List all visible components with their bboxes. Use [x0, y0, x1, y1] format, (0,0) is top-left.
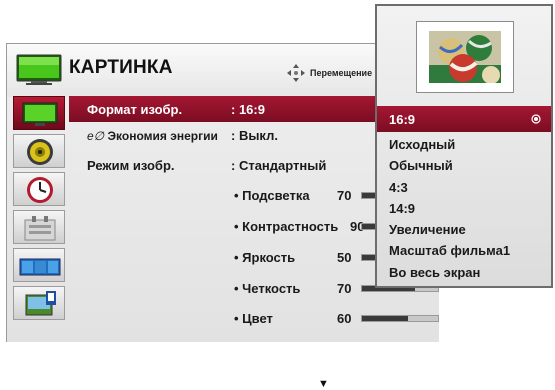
brightness-label[interactable]: • Яркость	[234, 250, 295, 265]
energy-saving-icon: e∅	[87, 129, 105, 143]
sharpness-label[interactable]: • Четкость	[234, 281, 300, 296]
sidebar	[9, 92, 69, 342]
tv-icon	[16, 54, 62, 85]
preview-balls-image	[429, 31, 501, 83]
option-full-screen[interactable]: Во весь экран	[389, 265, 480, 280]
color-slider[interactable]	[361, 315, 439, 322]
sidebar-item-time[interactable]	[13, 172, 65, 206]
color-label[interactable]: • Цвет	[234, 311, 273, 326]
energy-saving-label: Экономия энергии	[107, 129, 218, 143]
aspect-ratio-popup: 16:9 Исходный Обычный 4:3 14:9 Увеличени…	[375, 4, 553, 288]
color-value: 60	[337, 311, 352, 326]
picture-icon	[22, 102, 58, 126]
preview-frame	[416, 21, 514, 93]
option-normal[interactable]: Обычный	[389, 158, 453, 173]
radio-selected-icon	[531, 114, 541, 124]
navigation-arrows-icon	[287, 64, 305, 82]
clock-icon	[27, 177, 53, 203]
screen-icon	[19, 258, 61, 276]
mode-value: : Стандартный	[231, 158, 327, 173]
format-label: Формат изобр.	[87, 102, 183, 117]
option-cinema-zoom[interactable]: Масштаб фильма1	[389, 243, 510, 258]
settings-icon	[24, 216, 56, 241]
backlight-label[interactable]: • Подсветка	[234, 188, 310, 203]
menu-title: КАРТИНКА	[69, 57, 173, 78]
sidebar-item-audio[interactable]	[13, 134, 65, 168]
photo-icon	[25, 291, 56, 316]
brightness-value: 50	[337, 250, 352, 265]
option-4-3[interactable]: 4:3	[389, 180, 408, 195]
scroll-down-icon[interactable]: ▼	[318, 378, 329, 390]
speaker-icon	[27, 139, 53, 165]
energy-saving-value: : Выкл.	[231, 128, 278, 143]
sidebar-item-screen[interactable]	[13, 248, 65, 282]
option-original[interactable]: Исходный	[389, 137, 455, 152]
sidebar-item-media[interactable]	[13, 286, 65, 320]
backlight-value: 70	[337, 188, 352, 203]
mode-label[interactable]: Режим изобр.	[87, 158, 175, 173]
option-14-9[interactable]: 14:9	[389, 201, 415, 216]
energy-saving-row[interactable]: e∅ Экономия энергии	[87, 129, 218, 143]
option-16-9[interactable]: 16:9	[389, 112, 415, 127]
slider-fill	[362, 316, 408, 321]
option-zoom[interactable]: Увеличение	[389, 222, 466, 237]
sidebar-item-picture[interactable]	[13, 96, 65, 130]
move-hint: Перемещение	[310, 68, 373, 78]
contrast-label[interactable]: • Контрастность	[234, 219, 338, 234]
format-value: : 16:9	[231, 102, 265, 117]
sidebar-item-option[interactable]	[13, 210, 65, 244]
sharpness-value: 70	[337, 281, 352, 296]
